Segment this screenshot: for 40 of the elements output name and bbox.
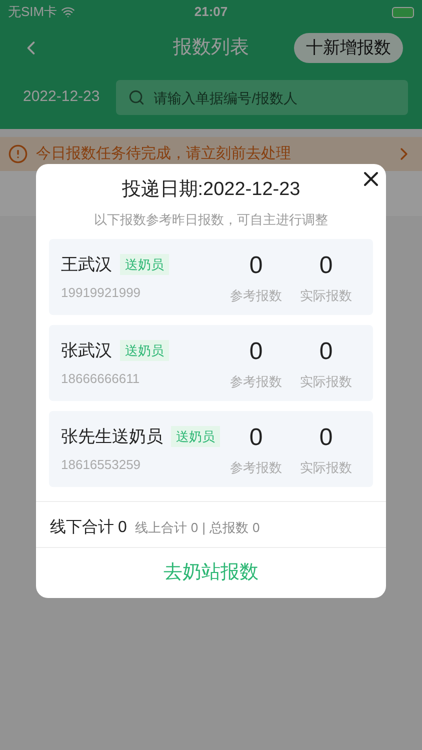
phone-number: 18616553259 bbox=[61, 456, 142, 474]
offline-total-label: 线下合计 bbox=[50, 518, 114, 538]
separator: | bbox=[202, 518, 206, 537]
online-total: 0 bbox=[190, 518, 198, 537]
warning-icon bbox=[8, 144, 28, 164]
courier-name: 张武汉 bbox=[61, 340, 112, 362]
carrier-label: 无SIM卡 bbox=[8, 3, 58, 22]
phone-number: 19919921999 bbox=[61, 284, 142, 302]
add-report-button[interactable]: 十新增报数 bbox=[294, 33, 403, 63]
count-label: 实际报数 bbox=[300, 459, 352, 478]
count-label: 参考报数 bbox=[230, 373, 282, 392]
courier-name: 王武汉 bbox=[61, 254, 112, 276]
total-label: 总报数 bbox=[210, 518, 249, 537]
count-value[interactable]: 0 bbox=[319, 248, 333, 284]
count-value[interactable]: 0 bbox=[249, 420, 263, 456]
page-title: 报数列表 bbox=[173, 36, 249, 60]
count-label: 参考报数 bbox=[230, 459, 282, 478]
role-tag: 送奶员 bbox=[120, 254, 169, 275]
count-label: 实际报数 bbox=[300, 373, 352, 392]
count-value[interactable]: 0 bbox=[249, 334, 263, 370]
count-value[interactable]: 0 bbox=[249, 248, 263, 284]
search-field[interactable]: 请输入单据编号/报数人 bbox=[116, 80, 408, 115]
clock: 21:07 bbox=[194, 3, 228, 22]
wifi-icon bbox=[61, 5, 76, 19]
count-label: 参考报数 bbox=[230, 287, 282, 306]
count-value[interactable]: 0 bbox=[319, 334, 333, 370]
role-tag: 送奶员 bbox=[120, 340, 169, 361]
dialog-subtitle: 以下报数参考昨日报数，可自主进行调整 bbox=[94, 210, 328, 228]
phone-number: 18666666611 bbox=[61, 370, 141, 388]
count-label: 实际报数 bbox=[300, 287, 352, 306]
total-value: 0 bbox=[252, 518, 260, 537]
courier-name: 张先生送奶员 bbox=[61, 426, 163, 448]
dialog-title: 投递日期:2022-12-23 bbox=[122, 178, 300, 202]
online-total-label: 线上合计 bbox=[134, 518, 187, 537]
count-value[interactable]: 0 bbox=[319, 420, 333, 456]
role-tag: 送奶员 bbox=[171, 426, 220, 447]
battery-icon bbox=[392, 6, 414, 18]
search-icon bbox=[128, 89, 145, 106]
offline-total: 0 bbox=[118, 518, 127, 538]
notice-text: 今日报数任务待完成，请立刻前去处理 bbox=[36, 144, 292, 164]
